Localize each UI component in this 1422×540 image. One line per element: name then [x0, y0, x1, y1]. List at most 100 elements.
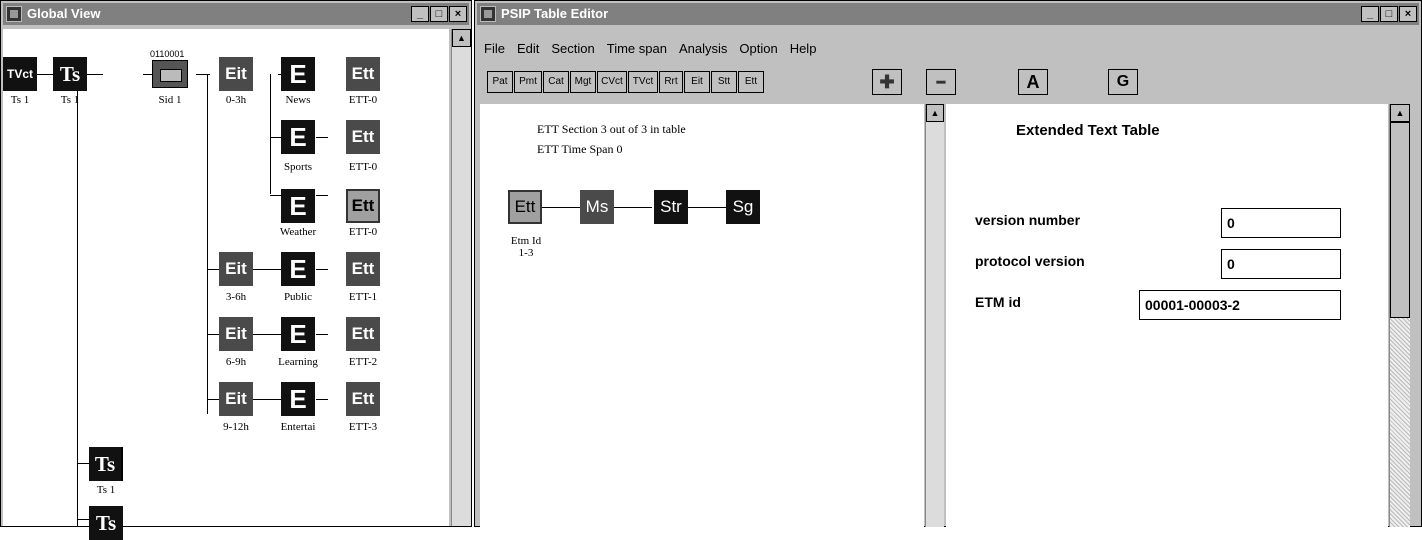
- app-icon: [480, 6, 496, 22]
- global-view-title: Global View: [27, 6, 101, 21]
- label-eit-2: 3-6h: [225, 291, 247, 303]
- menu-time-span[interactable]: Time span: [607, 41, 667, 56]
- protocol-version-field[interactable]: 0: [1221, 249, 1341, 279]
- node-ms[interactable]: Ms: [580, 190, 614, 224]
- menu-section[interactable]: Section: [551, 41, 594, 56]
- label-ts: Ts 1: [60, 94, 80, 106]
- toolbar-pat[interactable]: Pat: [487, 71, 513, 93]
- version-number-field[interactable]: 0: [1221, 208, 1341, 238]
- node-ett-0c-selected[interactable]: Ett: [346, 189, 380, 223]
- node-e-weather[interactable]: E: [281, 189, 315, 223]
- maximize-button[interactable]: □: [430, 6, 448, 22]
- maximize-button[interactable]: □: [1380, 6, 1398, 22]
- node-eit-4[interactable]: Eit: [219, 382, 253, 416]
- scroll-up-arrow-icon[interactable]: ▲: [452, 29, 471, 47]
- node-e-learning[interactable]: E: [281, 317, 315, 351]
- time-span-info: ETT Time Span 0: [537, 142, 623, 156]
- node-e-news[interactable]: E: [281, 57, 315, 91]
- label-e-weather: Weather: [279, 226, 317, 238]
- a-button[interactable]: A: [1018, 69, 1048, 95]
- close-button[interactable]: ×: [1399, 6, 1417, 22]
- etm-id-field[interactable]: 00001-00003-2: [1139, 290, 1341, 320]
- psip-titlebar[interactable]: PSIP Table Editor _ □ ×: [477, 3, 1419, 25]
- label-ett-0a: ETT-0: [348, 94, 378, 106]
- minimize-button[interactable]: _: [411, 6, 429, 22]
- structure-pane: ETT Section 3 out of 3 in table ETT Time…: [480, 104, 924, 527]
- label-ett-2: ETT-2: [348, 356, 378, 368]
- node-e-sports[interactable]: E: [281, 120, 315, 154]
- node-ts[interactable]: Ts: [53, 57, 87, 91]
- properties-scrollbar[interactable]: ▲: [1389, 104, 1410, 527]
- global-view-scrollbar[interactable]: ▲: [451, 29, 471, 526]
- scroll-up-arrow-icon[interactable]: ▲: [1390, 104, 1410, 122]
- label-e-entertai: Entertai: [280, 421, 316, 433]
- node-e-public[interactable]: E: [281, 252, 315, 286]
- node-eit-3[interactable]: Eit: [219, 317, 253, 351]
- section-info: ETT Section 3 out of 3 in table: [537, 122, 686, 136]
- label-eit-1: 0-3h: [225, 94, 247, 106]
- menu-help[interactable]: Help: [790, 41, 817, 56]
- etm-id-label: ETM id: [975, 294, 1021, 310]
- psip-title: PSIP Table Editor: [501, 6, 609, 21]
- label-e-sports: Sports: [283, 161, 313, 173]
- g-button[interactable]: G: [1108, 69, 1138, 95]
- minimize-button[interactable]: _: [1361, 6, 1379, 22]
- toolbar-eit[interactable]: Eit: [684, 71, 710, 93]
- tv-screen-icon: [160, 69, 182, 82]
- scroll-up-arrow-icon[interactable]: ▲: [926, 104, 944, 122]
- label-ett-3: ETT-3: [348, 421, 378, 433]
- scrollbar-thumb[interactable]: [1390, 122, 1410, 318]
- app-icon: [6, 6, 22, 22]
- global-view-canvas: TVct Ts 1 Ts Ts 1 0110001 Sid 1 Eit 0-3h…: [3, 29, 449, 540]
- sid-bits: 0110001: [150, 49, 185, 59]
- node-ett-0b[interactable]: Ett: [346, 120, 380, 154]
- properties-pane: Extended Text Table version number 0 pro…: [946, 104, 1388, 527]
- label-sid: Sid 1: [158, 94, 182, 106]
- toolbar-ett[interactable]: Ett: [738, 71, 764, 93]
- node-sid[interactable]: [152, 60, 188, 88]
- label-e-news: News: [285, 94, 311, 106]
- global-view-titlebar[interactable]: Global View _ □ ×: [3, 3, 469, 25]
- toolbar-stt[interactable]: Stt: [711, 71, 737, 93]
- node-ett-struct[interactable]: Ett: [508, 190, 542, 224]
- node-ett-1[interactable]: Ett: [346, 252, 380, 286]
- structure-scrollbar[interactable]: ▲: [925, 104, 944, 527]
- label-etm-range: 1-3: [518, 247, 534, 259]
- node-sg[interactable]: Sg: [726, 190, 760, 224]
- label-ett-0c: ETT-0: [348, 226, 378, 238]
- toolbar-cvct[interactable]: CVct: [597, 71, 627, 93]
- version-number-label: version number: [975, 212, 1081, 228]
- node-eit-2[interactable]: Eit: [219, 252, 253, 286]
- menu-analysis[interactable]: Analysis: [679, 41, 727, 56]
- node-ts-3[interactable]: Ts: [89, 506, 123, 540]
- node-eit-1[interactable]: Eit: [219, 57, 253, 91]
- toolbar-cat[interactable]: Cat: [543, 71, 569, 93]
- node-e-entertai[interactable]: E: [281, 382, 315, 416]
- label-e-learning: Learning: [278, 356, 318, 368]
- node-ett-3[interactable]: Ett: [346, 382, 380, 416]
- menu-option[interactable]: Option: [739, 41, 777, 56]
- menu-file[interactable]: File: [484, 41, 505, 56]
- close-button[interactable]: ×: [449, 6, 467, 22]
- label-ett-0b: ETT-0: [348, 161, 378, 173]
- global-view-window: Global View _ □ × TVct Ts 1 Ts Ts 1 0110…: [0, 0, 472, 540]
- toolbar-rrt[interactable]: Rrt: [659, 71, 683, 93]
- node-ett-2[interactable]: Ett: [346, 317, 380, 351]
- label-ett-1: ETT-1: [348, 291, 378, 303]
- node-ts-2[interactable]: Ts: [89, 447, 123, 481]
- toolbar-tvct[interactable]: TVct: [628, 71, 658, 93]
- remove-button[interactable]: ━: [926, 69, 956, 95]
- label-etm-id: Etm Id: [510, 235, 542, 247]
- toolbar-mgt[interactable]: Mgt: [570, 71, 596, 93]
- protocol-version-label: protocol version: [975, 253, 1085, 269]
- node-str[interactable]: Str: [654, 190, 688, 224]
- node-tvct[interactable]: TVct: [3, 57, 37, 91]
- node-ett-0a[interactable]: Ett: [346, 57, 380, 91]
- add-button[interactable]: ✚: [872, 69, 902, 95]
- table-heading: Extended Text Table: [1016, 122, 1160, 139]
- toolbar-pmt[interactable]: Pmt: [514, 71, 542, 93]
- menu-bar: File Edit Section Time span Analysis Opt…: [484, 41, 816, 56]
- label-eit-3: 6-9h: [225, 356, 247, 368]
- label-e-public: Public: [283, 291, 313, 303]
- menu-edit[interactable]: Edit: [517, 41, 539, 56]
